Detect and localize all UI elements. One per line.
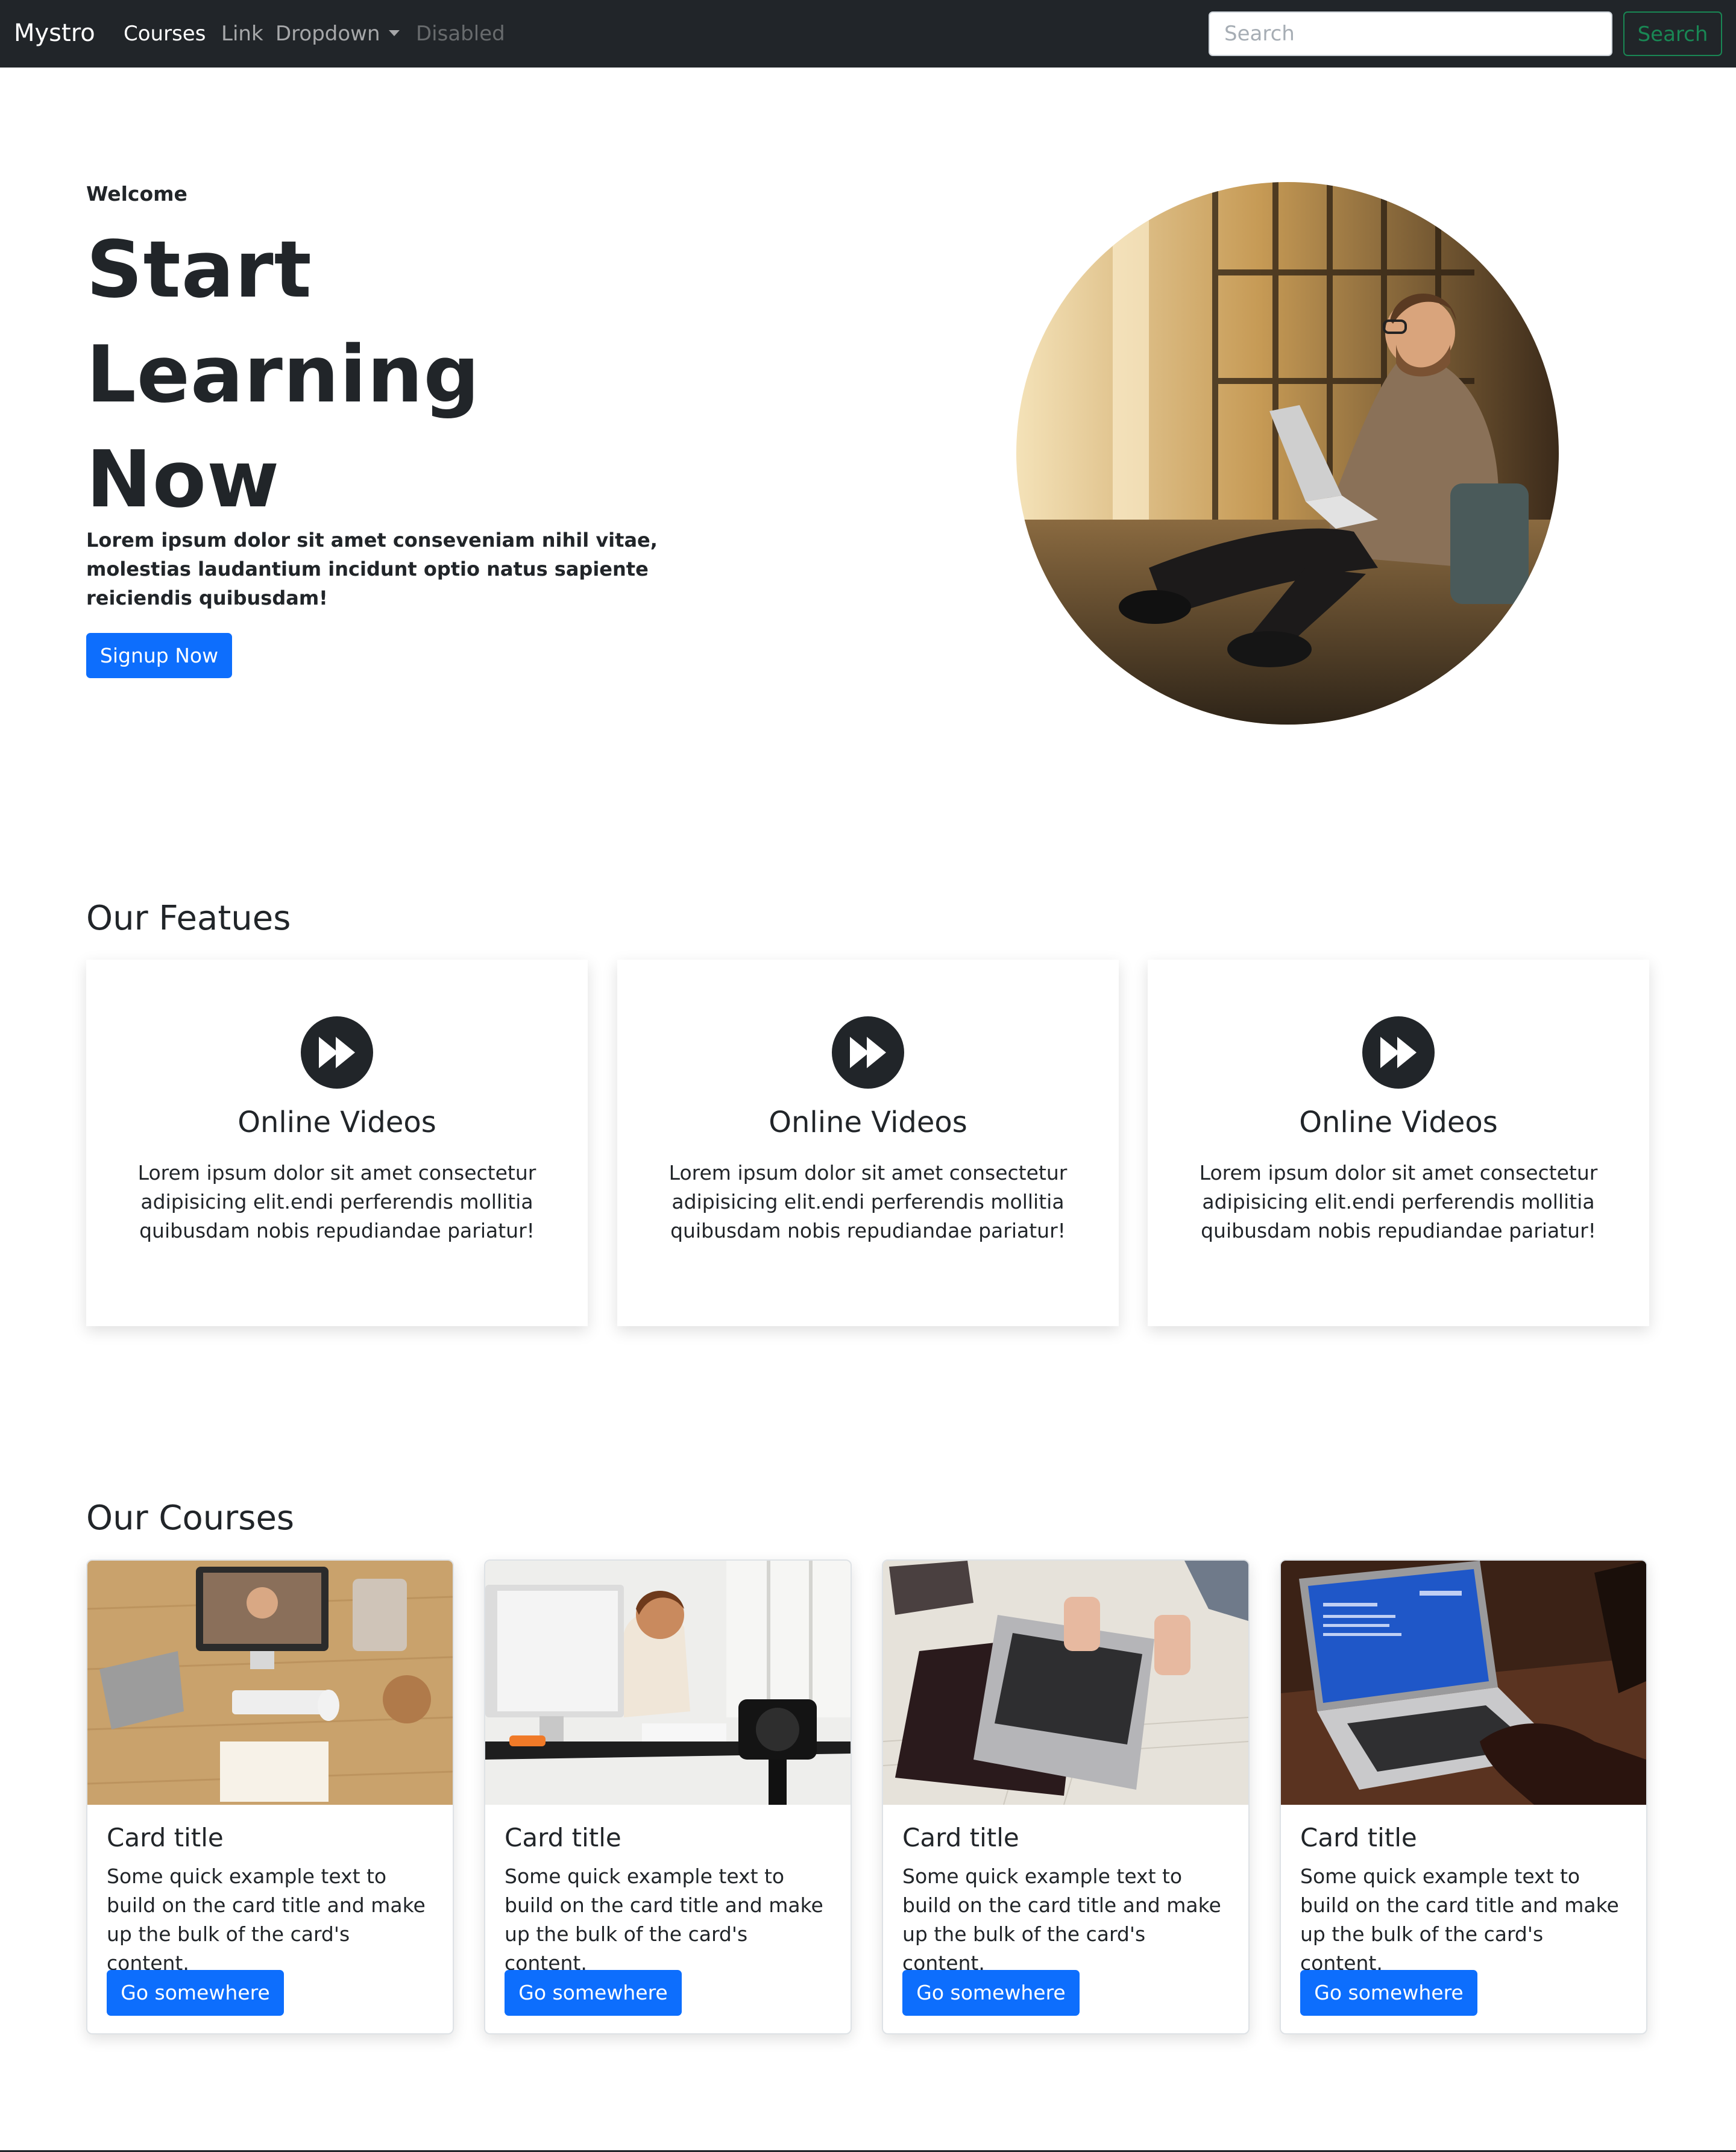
hero-title-line: Now <box>86 433 280 525</box>
nav-dropdown-toggle[interactable]: Dropdown <box>275 20 400 48</box>
go-somewhere-button[interactable]: Go somewhere <box>902 1970 1080 2016</box>
course-title: Card title <box>902 1823 1019 1852</box>
nav-link-courses[interactable]: Courses <box>124 20 206 48</box>
fast-forward-icon <box>832 1016 904 1089</box>
fast-forward-icon <box>301 1016 373 1089</box>
navbar-brand[interactable]: Mystro <box>14 17 95 49</box>
course-title: Card title <box>107 1823 224 1852</box>
feature-text: Lorem ipsum dolor sit amet consectetur a… <box>668 1161 1068 1242</box>
navbar: Mystro Courses Link Dropdown Disabled Se… <box>0 0 1736 68</box>
course-title: Card title <box>505 1823 621 1852</box>
search-input[interactable] <box>1209 11 1612 56</box>
course-card: Card title Some quick example text to bu… <box>484 1559 852 2034</box>
course-text: Some quick example text to build on the … <box>1300 1864 1619 1975</box>
hero-title-line: Start <box>86 224 312 315</box>
nav-dropdown-label: Dropdown <box>275 22 380 46</box>
course-card: Card title Some quick example text to bu… <box>86 1559 454 2034</box>
feature-text: Lorem ipsum dolor sit amet consectetur a… <box>1199 1161 1598 1242</box>
nav-link-link[interactable]: Link <box>221 20 263 48</box>
course-image <box>485 1561 851 1805</box>
hero-title-line: Learning <box>86 329 480 420</box>
course-card: Card title Some quick example text to bu… <box>882 1559 1250 2034</box>
search-button[interactable]: Search <box>1623 11 1722 56</box>
course-text: Some quick example text to build on the … <box>902 1864 1221 1975</box>
features-heading: Our Featues <box>86 899 291 938</box>
course-image <box>883 1561 1248 1805</box>
feature-card: Online Videos Lorem ipsum dolor sit amet… <box>617 960 1119 1326</box>
course-image <box>87 1561 453 1805</box>
hero-title: Start Learning Now <box>86 217 480 532</box>
feature-card: Online Videos Lorem ipsum dolor sit amet… <box>1148 960 1649 1326</box>
go-somewhere-button[interactable]: Go somewhere <box>1300 1970 1477 2016</box>
feature-card: Online Videos Lorem ipsum dolor sit amet… <box>86 960 588 1326</box>
go-somewhere-button[interactable]: Go somewhere <box>505 1970 682 2016</box>
hero-photo-illustration <box>1016 182 1559 725</box>
go-somewhere-button[interactable]: Go somewhere <box>107 1970 284 2016</box>
feature-title: Online Videos <box>237 1106 436 1139</box>
course-image <box>1281 1561 1646 1805</box>
hero-text: Lorem ipsum dolor sit amet conseveniam n… <box>86 529 658 609</box>
feature-title: Online Videos <box>769 1106 967 1139</box>
caret-down-icon <box>388 30 400 36</box>
course-card: Card title Some quick example text to bu… <box>1280 1559 1647 2034</box>
feature-text: Lorem ipsum dolor sit amet consectetur a… <box>137 1161 536 1242</box>
hero-image <box>1016 182 1559 725</box>
nav-link-disabled: Disabled <box>416 22 505 46</box>
hero-eyebrow: Welcome <box>86 182 187 206</box>
course-text: Some quick example text to build on the … <box>505 1864 823 1975</box>
feature-title: Online Videos <box>1299 1106 1498 1139</box>
fast-forward-icon <box>1362 1016 1435 1089</box>
signup-button[interactable]: Signup Now <box>86 633 232 678</box>
course-title: Card title <box>1300 1823 1417 1852</box>
course-text: Some quick example text to build on the … <box>107 1864 426 1975</box>
courses-heading: Our Courses <box>86 1499 295 1538</box>
